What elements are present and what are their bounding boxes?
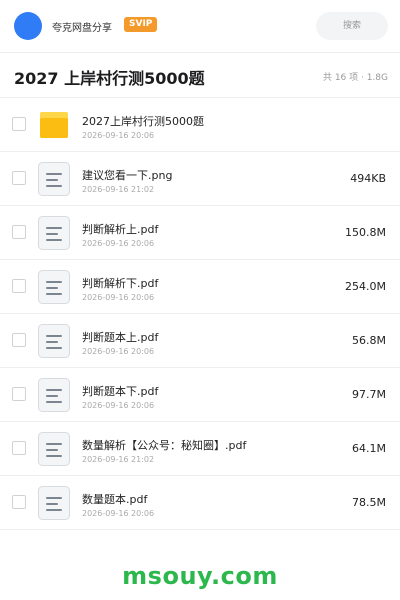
file-name[interactable]: 判断题本上.pdf [82,329,158,345]
folder-summary: 共 16 项 · 1.8G [322,73,388,83]
file-name[interactable]: 2027上岸村行测5000题 [82,113,204,129]
row-checkbox[interactable] [12,495,26,509]
file-date: 2026-09-16 20:06 [82,509,155,518]
file-icon [38,270,70,304]
file-size: 78.5M [352,496,386,509]
file-icon [38,162,70,196]
file-row[interactable]: 数量题本.pdf 2026-09-16 20:06 78.5M [0,476,400,530]
file-row[interactable]: 建议您看一下.png 2026-09-16 21:02 494KB [0,152,400,206]
folder-header: 2027 上岸村行测5000题 共 16 项 · 1.8G [0,53,400,97]
file-row[interactable]: 判断解析下.pdf 2026-09-16 20:06 254.0M [0,260,400,314]
watermark-text: msouy.com [122,562,278,590]
file-name[interactable]: 建议您看一下.png [82,167,172,183]
file-date: 2026-09-16 21:02 [82,455,155,464]
top-bar: 夸克网盘分享 SVIP 搜索 [0,0,400,52]
folder-icon [38,108,70,142]
file-list: 2027上岸村行测5000题 2026-09-16 20:06 建议您看一下.png… [0,98,400,530]
file-row[interactable]: 判断题本上.pdf 2026-09-16 20:06 56.8M [0,314,400,368]
file-icon [38,486,70,520]
row-checkbox[interactable] [12,441,26,455]
svip-badge: SVIP [124,17,158,32]
file-row[interactable]: 判断题本下.pdf 2026-09-16 20:06 97.7M [0,368,400,422]
row-checkbox[interactable] [12,171,26,185]
file-name[interactable]: 判断题本下.pdf [82,383,158,399]
file-size: 64.1M [352,442,386,455]
user-name[interactable]: 夸克网盘分享 [52,19,112,34]
file-date: 2026-09-16 20:06 [82,347,155,356]
file-row[interactable]: 2027上岸村行测5000题 2026-09-16 20:06 [0,98,400,152]
file-size: 494KB [350,172,386,185]
file-icon [38,432,70,466]
file-name[interactable]: 判断解析下.pdf [82,275,158,291]
file-size: 56.8M [352,334,386,347]
file-name[interactable]: 数量题本.pdf [82,491,147,507]
row-checkbox[interactable] [12,387,26,401]
file-icon [38,324,70,358]
file-icon [38,378,70,412]
search-input[interactable]: 搜索 [316,12,388,40]
file-date: 2026-09-16 20:06 [82,239,155,248]
file-size: 254.0M [345,280,386,293]
file-size: 97.7M [352,388,386,401]
file-date: 2026-09-16 20:06 [82,293,155,302]
page-title: 2027 上岸村行测5000题 [14,69,205,88]
file-size: 150.8M [345,226,386,239]
file-date: 2026-09-16 20:06 [82,131,155,140]
file-date: 2026-09-16 21:02 [82,185,155,194]
file-name[interactable]: 判断解析上.pdf [82,221,158,237]
row-checkbox[interactable] [12,333,26,347]
row-checkbox[interactable] [12,117,26,131]
file-icon [38,216,70,250]
file-name[interactable]: 数量解析【公众号：秘知圈】.pdf [82,437,246,453]
file-row[interactable]: 判断解析上.pdf 2026-09-16 20:06 150.8M [0,206,400,260]
avatar[interactable] [14,12,42,40]
row-checkbox[interactable] [12,279,26,293]
file-date: 2026-09-16 20:06 [82,401,155,410]
row-checkbox[interactable] [12,225,26,239]
file-row[interactable]: 数量解析【公众号：秘知圈】.pdf 2026-09-16 21:02 64.1M [0,422,400,476]
